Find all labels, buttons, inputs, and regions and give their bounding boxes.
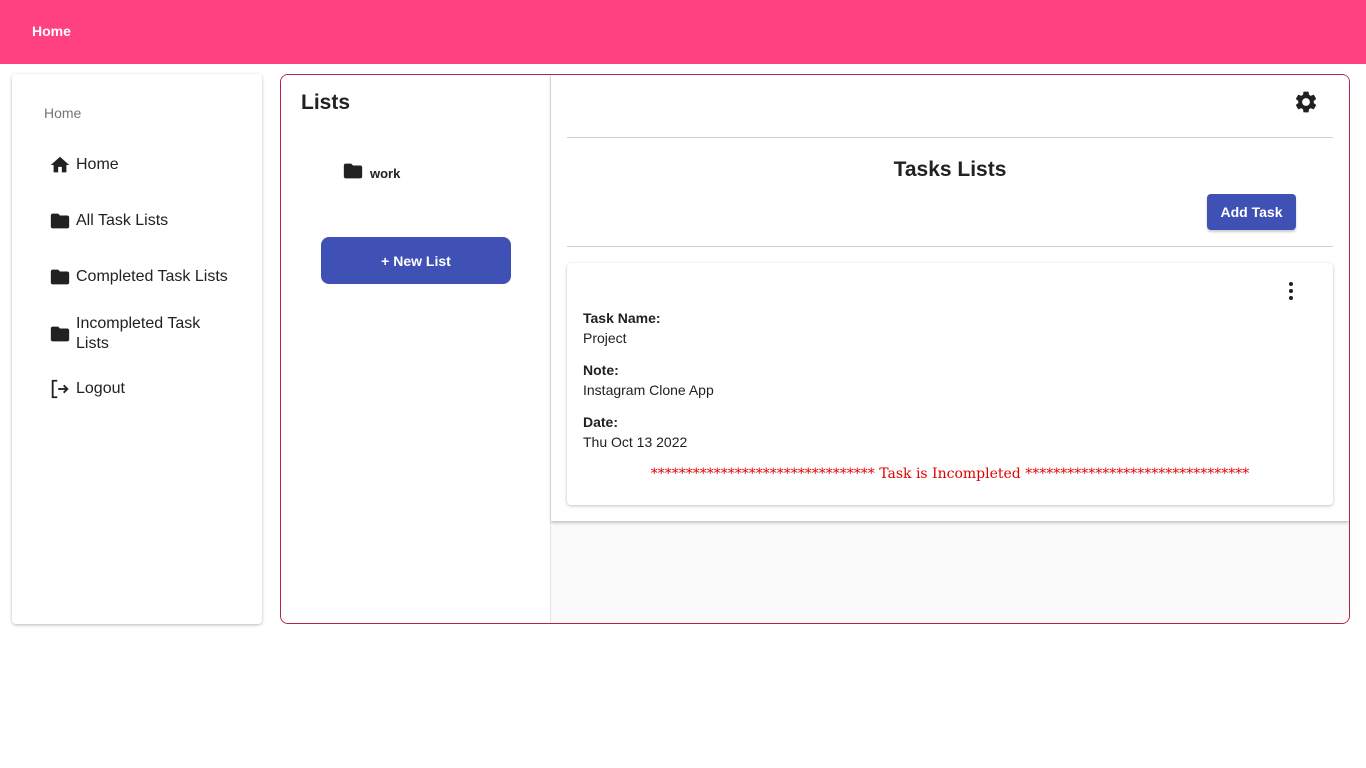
- note-field: Note: Instagram Clone App: [583, 360, 714, 400]
- gear-icon[interactable]: [1293, 89, 1319, 115]
- task-card: Task Name: Project Note: Instagram Clone…: [567, 263, 1333, 505]
- divider: [567, 137, 1333, 138]
- date-value: Thu Oct 13 2022: [583, 434, 688, 450]
- folder-icon: [342, 160, 364, 187]
- sidebar-item-all-task-lists[interactable]: All Task Lists: [48, 209, 248, 233]
- folder-icon: [48, 322, 72, 346]
- task-name-label: Task Name:: [583, 310, 661, 326]
- sidebar-item-completed-task-lists[interactable]: Completed Task Lists: [48, 265, 248, 289]
- note-label: Note:: [583, 362, 619, 378]
- task-name-value: Project: [583, 330, 627, 346]
- sidebar-item-label: Completed Task Lists: [76, 268, 228, 285]
- sidebar-item-logout[interactable]: Logout: [48, 377, 248, 401]
- date-label: Date:: [583, 414, 619, 430]
- sidebar-item-label: All Task Lists: [76, 212, 169, 229]
- tasks-title: Tasks Lists: [893, 158, 1007, 181]
- task-status-text: ******************************** Task is…: [650, 466, 1250, 482]
- folder-icon: [48, 265, 72, 289]
- sidebar-item-label: Incompleted Task Lists: [76, 315, 201, 352]
- tasks-panel: Tasks Lists Add Task Task Name: Project …: [551, 75, 1349, 521]
- list-item-work[interactable]: work: [342, 160, 400, 187]
- lists-title: Lists: [301, 91, 351, 114]
- divider: [567, 246, 1333, 247]
- top-app-bar: Home: [0, 0, 1366, 64]
- add-task-button[interactable]: Add Task: [1207, 194, 1296, 230]
- app-title[interactable]: Home: [32, 23, 71, 39]
- new-list-button[interactable]: + New List: [321, 237, 511, 284]
- tasks-column: Tasks Lists Add Task Task Name: Project …: [551, 75, 1349, 623]
- main-panel: Lists work + New List Tasks Lists Add Ta…: [280, 74, 1350, 624]
- sidebar: Home Home All Task Lists Completed Task …: [12, 74, 262, 624]
- note-value: Instagram Clone App: [583, 382, 714, 398]
- logout-icon: [48, 377, 72, 401]
- lists-column: Lists work + New List: [281, 75, 551, 623]
- task-name-field: Task Name: Project: [583, 308, 661, 348]
- sidebar-item-label: Logout: [76, 380, 125, 397]
- folder-icon: [48, 209, 72, 233]
- sidebar-item-home[interactable]: Home: [48, 153, 248, 177]
- sidebar-item-incompleted-task-lists[interactable]: Incompleted Task Lists: [48, 314, 218, 354]
- more-vertical-icon[interactable]: [1279, 279, 1303, 303]
- date-field: Date: Thu Oct 13 2022: [583, 412, 687, 452]
- home-icon: [48, 153, 72, 177]
- sidebar-header: Home: [44, 105, 82, 121]
- sidebar-item-label: Home: [76, 156, 119, 173]
- list-item-label: work: [370, 166, 401, 181]
